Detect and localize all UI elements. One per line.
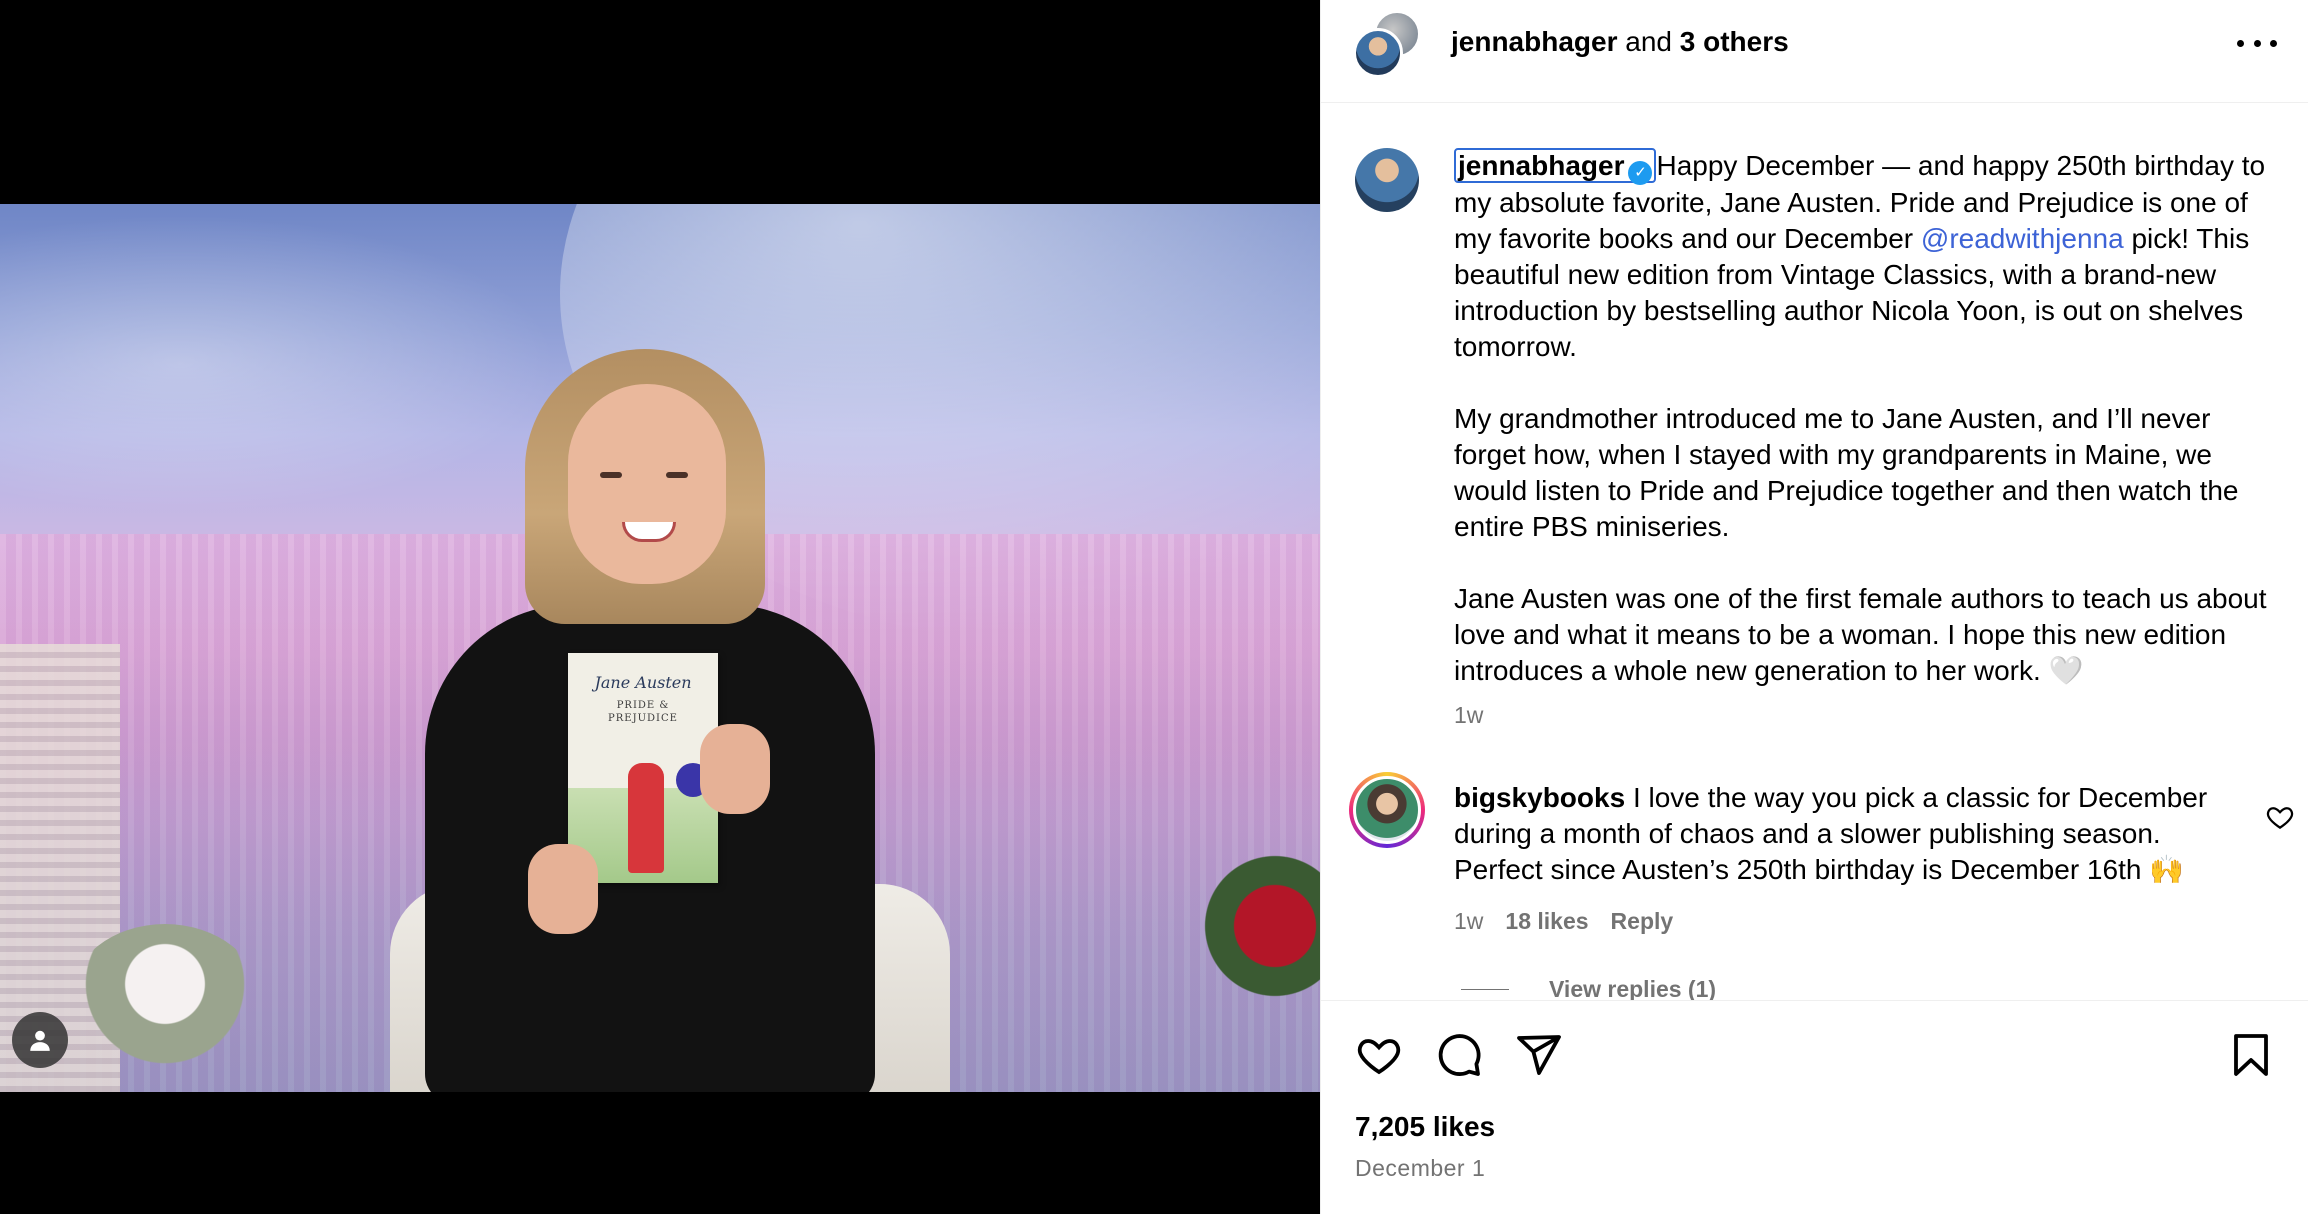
comment-icon[interactable] bbox=[1435, 1031, 1483, 1079]
post-media[interactable]: Jane Austen PRIDE & PREJUDICE bbox=[0, 0, 1320, 1214]
comment-avatar[interactable] bbox=[1349, 772, 1425, 848]
verified-icon: ✓ bbox=[1628, 161, 1653, 185]
reply-button[interactable]: Reply bbox=[1611, 908, 1674, 935]
more-options-button[interactable] bbox=[2237, 28, 2277, 58]
comments-scroll-area[interactable]: jennabhager ✓ Happy December — and happy 2… bbox=[1321, 104, 2308, 1000]
post-owner: jennabhager and 3 others bbox=[1451, 26, 1789, 57]
tagged-people-button[interactable] bbox=[12, 1012, 68, 1068]
comment-likes[interactable]: 18 likes bbox=[1505, 908, 1588, 935]
others-link[interactable]: 3 others bbox=[1680, 26, 1789, 57]
collab-avatars[interactable] bbox=[1353, 10, 1425, 78]
heart-icon[interactable] bbox=[1355, 1031, 1403, 1079]
comment-username[interactable]: bigskybooks bbox=[1454, 782, 1625, 813]
share-icon[interactable] bbox=[1515, 1031, 1563, 1079]
post-photo: Jane Austen PRIDE & PREJUDICE bbox=[0, 204, 1320, 1092]
comment-meta: 1w 18 likes Reply bbox=[1454, 908, 1673, 935]
white-heart-emoji: 🤍 bbox=[2048, 655, 2084, 686]
post-date[interactable]: December 1 bbox=[1355, 1155, 1485, 1182]
view-replies-button[interactable]: View replies (1) bbox=[1461, 976, 1716, 1000]
caption-username[interactable]: jennabhager ✓ bbox=[1454, 148, 1657, 185]
likes-count[interactable]: 7,205 likes bbox=[1355, 1111, 1495, 1143]
post-actions: 7,205 likes December 1 bbox=[1321, 1000, 2308, 1214]
post-caption: jennabhager ✓ Happy December — and happy 2… bbox=[1454, 148, 2267, 686]
comment: bigskybooks I love the way you pick a cl… bbox=[1454, 780, 2234, 888]
mention-link[interactable]: @readwithjenna bbox=[1921, 223, 2124, 254]
book-cover: Jane Austen PRIDE & PREJUDICE bbox=[568, 653, 718, 883]
comment-timestamp[interactable]: 1w bbox=[1454, 908, 1483, 935]
comment-like-icon[interactable] bbox=[2265, 802, 2295, 832]
caption-avatar[interactable] bbox=[1355, 148, 1419, 212]
owner-username[interactable]: jennabhager bbox=[1451, 26, 1617, 57]
avatar bbox=[1353, 28, 1403, 78]
more-icon bbox=[2237, 39, 2244, 47]
post-header: jennabhager and 3 others bbox=[1321, 0, 2308, 103]
person-icon bbox=[30, 1030, 50, 1051]
bookmark-icon[interactable] bbox=[2227, 1031, 2275, 1079]
caption-timestamp[interactable]: 1w bbox=[1454, 702, 1483, 729]
post-side-panel: jennabhager and 3 others jennabhager ✓ Hap… bbox=[1320, 0, 2308, 1214]
